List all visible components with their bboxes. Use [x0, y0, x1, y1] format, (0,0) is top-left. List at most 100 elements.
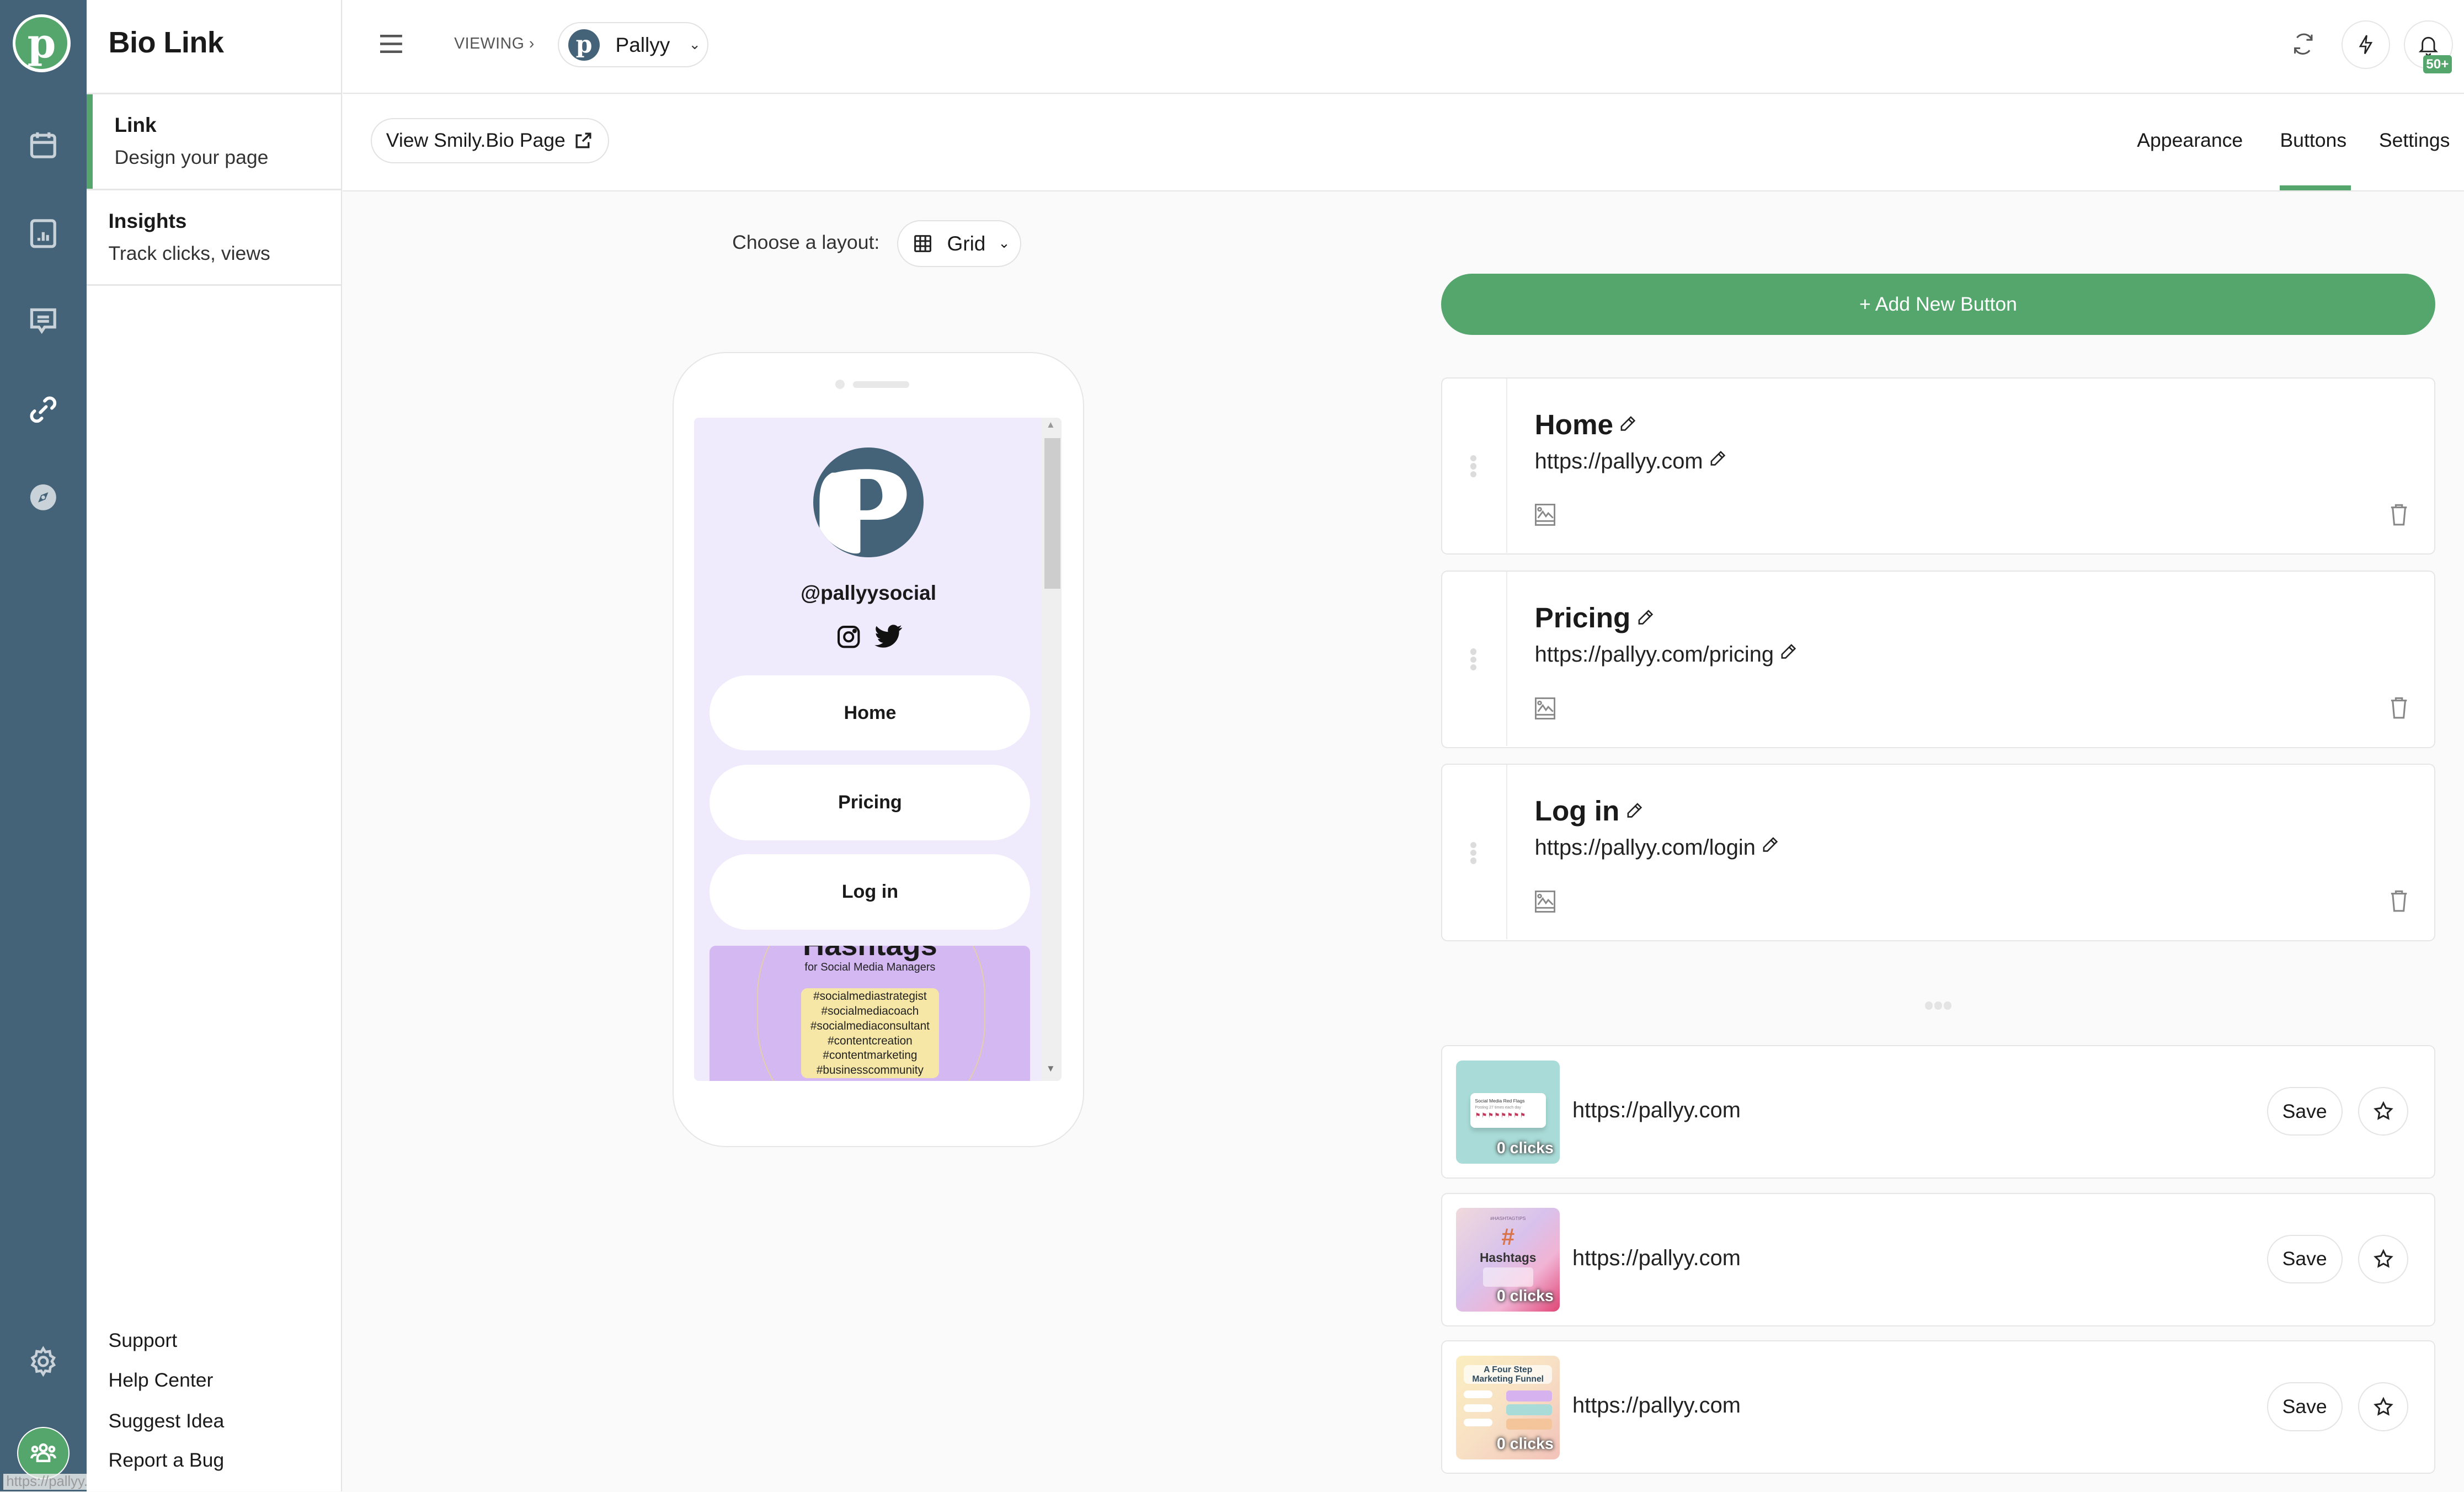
- hashtag: #socialmediacoach: [821, 1005, 919, 1018]
- thumb-title: Social Media Red Flags: [1475, 1097, 1525, 1104]
- edit-title-icon[interactable]: [1626, 802, 1643, 819]
- report-bug-link[interactable]: Report a Bug: [108, 1449, 224, 1472]
- analytics-icon[interactable]: [25, 215, 62, 252]
- post-url: https://pallyy.com: [1572, 1245, 1741, 1270]
- image-icon[interactable]: [1534, 504, 1555, 526]
- drag-handle[interactable]: [1442, 765, 1508, 940]
- preview-screen[interactable]: @pallyysocial Home Pricing Log in Hashta…: [694, 417, 1062, 1081]
- view-page-button[interactable]: View Smily.Bio Page: [371, 118, 609, 164]
- trash-icon[interactable]: [2390, 889, 2408, 913]
- nav-item-insights[interactable]: Insights Track clicks, views: [87, 190, 341, 285]
- button-title-text: Home: [1534, 408, 1614, 440]
- preview-button-home[interactable]: Home: [710, 675, 1031, 751]
- image-icon[interactable]: [1534, 697, 1555, 720]
- preview-button-pricing[interactable]: Pricing: [710, 765, 1031, 840]
- team-button[interactable]: [17, 1426, 70, 1480]
- suggest-idea-link[interactable]: Suggest Idea: [108, 1410, 224, 1432]
- icon-rail: p https://pallyy.com: [0, 0, 124, 1491]
- account-switcher[interactable]: p Pallyy ⌄: [558, 22, 709, 68]
- quick-actions-button[interactable]: [2341, 20, 2390, 70]
- trash-icon[interactable]: [2390, 696, 2408, 720]
- post-thumbnail[interactable]: A Four Step Marketing Funnel 0 clicks: [1456, 1355, 1560, 1459]
- save-button[interactable]: Save: [2266, 1086, 2343, 1136]
- post-row: Social Media Red Flags Posting 27 times …: [1441, 1045, 2436, 1179]
- gear-icon[interactable]: [25, 1344, 62, 1380]
- button-card: Log in https://pallyy.com/login: [1441, 764, 2436, 941]
- drag-handle[interactable]: [1442, 378, 1508, 553]
- button-title: Home: [1535, 408, 1637, 441]
- edit-url-icon[interactable]: [1762, 836, 1779, 853]
- star-icon: [2373, 1249, 2393, 1268]
- link-icon[interactable]: [25, 391, 62, 428]
- more-icon[interactable]: [1924, 987, 1953, 1016]
- post-url: https://pallyy.com: [1572, 1393, 1741, 1418]
- edit-url-icon[interactable]: [1709, 450, 1726, 467]
- edit-title-icon[interactable]: [1619, 415, 1636, 432]
- top-bar: VIEWING › p Pallyy ⌄: [342, 0, 2464, 94]
- click-count: 0 clicks: [1496, 1435, 1554, 1453]
- instagram-icon[interactable]: [835, 624, 862, 650]
- favorite-button[interactable]: [2358, 1382, 2409, 1431]
- button-title-text: Pricing: [1534, 601, 1631, 633]
- button-url: https://pallyy.com/login: [1535, 835, 1779, 860]
- edit-title-icon[interactable]: [1637, 609, 1654, 626]
- scroll-up-icon[interactable]: ▲: [1046, 419, 1055, 430]
- avatar: p: [568, 29, 600, 61]
- divider: [86, 284, 341, 286]
- notification-badge: 50+: [2423, 55, 2452, 74]
- refresh-icon[interactable]: [2291, 31, 2316, 63]
- logo-icon[interactable]: p: [12, 14, 71, 72]
- phone-preview: @pallyysocial Home Pricing Log in Hashta…: [672, 351, 1085, 1148]
- button-card: Pricing https://pallyy.com/pricing: [1441, 570, 2436, 748]
- tab-buttons[interactable]: Buttons: [2280, 129, 2346, 152]
- help-center-link[interactable]: Help Center: [108, 1369, 213, 1392]
- promo-subtitle: for Social Media Managers: [804, 961, 936, 974]
- external-link-icon: [575, 132, 591, 148]
- flags-icon: ⚑⚑⚑⚑⚑⚑⚑⚑: [1475, 1112, 1527, 1119]
- layout-select[interactable]: Grid ⌄: [897, 220, 1022, 268]
- tab-settings[interactable]: Settings: [2379, 129, 2450, 152]
- page-title: Bio Link: [108, 25, 224, 59]
- trash-icon[interactable]: [2390, 503, 2408, 526]
- add-new-button[interactable]: + Add New Button: [1441, 273, 2436, 335]
- button-url-text: https://pallyy.com/pricing: [1534, 642, 1774, 667]
- tab-appearance[interactable]: Appearance: [2137, 129, 2243, 152]
- favorite-button[interactable]: [2358, 1234, 2409, 1283]
- bell-icon: [2418, 37, 2439, 57]
- twitter-icon[interactable]: [873, 624, 903, 650]
- nav-item-title: Insights: [108, 209, 187, 232]
- thumb-title: A Four Step Marketing Funnel: [1464, 1365, 1552, 1384]
- chevron-down-icon: ⌄: [689, 37, 701, 53]
- support-link[interactable]: Support: [108, 1329, 177, 1352]
- phone-speaker: [852, 381, 910, 388]
- tab-bar: View Smily.Bio Page Appearance Buttons S…: [342, 94, 2464, 191]
- button-title: Pricing: [1535, 601, 1654, 634]
- image-icon[interactable]: [1534, 890, 1555, 913]
- messages-icon[interactable]: [25, 303, 62, 340]
- preview-post-image[interactable]: Hashtags for Social Media Managers #soci…: [710, 945, 1031, 1081]
- account-name: Pallyy: [615, 33, 670, 56]
- post-thumbnail[interactable]: #HASHTAGTIPS # Hashtags 0 clicks: [1456, 1208, 1560, 1312]
- click-count: 0 clicks: [1496, 1287, 1554, 1305]
- thumb-subtitle: Posting 27 times each day: [1475, 1105, 1521, 1110]
- app-root: p https://pallyy.com Bio Link Link Desig…: [0, 0, 2464, 1491]
- button-card: Home https://pallyy.com: [1441, 377, 2436, 555]
- drag-handle-icon: [1470, 841, 1477, 866]
- save-button[interactable]: Save: [2266, 1234, 2343, 1283]
- scroll-down-icon[interactable]: ▼: [1046, 1063, 1055, 1074]
- post-thumbnail[interactable]: Social Media Red Flags Posting 27 times …: [1456, 1060, 1560, 1164]
- calendar-icon[interactable]: [25, 127, 62, 164]
- promo-title: Hashtags: [710, 946, 1030, 963]
- nav-item-link[interactable]: Link Design your page: [86, 94, 347, 189]
- drag-handle[interactable]: [1442, 571, 1508, 746]
- preview-button-login[interactable]: Log in: [710, 854, 1031, 930]
- scrollbar-thumb[interactable]: [1044, 438, 1060, 589]
- favorite-button[interactable]: [2358, 1086, 2409, 1136]
- menu-icon[interactable]: [380, 34, 403, 54]
- button-url-text: https://pallyy.com: [1534, 449, 1703, 473]
- save-button[interactable]: Save: [2266, 1382, 2343, 1431]
- post-row: #HASHTAGTIPS # Hashtags 0 clicks https:/…: [1441, 1192, 2436, 1326]
- edit-url-icon[interactable]: [1780, 643, 1797, 660]
- compass-icon[interactable]: [25, 479, 62, 516]
- preview-handle: @pallyysocial: [801, 580, 937, 604]
